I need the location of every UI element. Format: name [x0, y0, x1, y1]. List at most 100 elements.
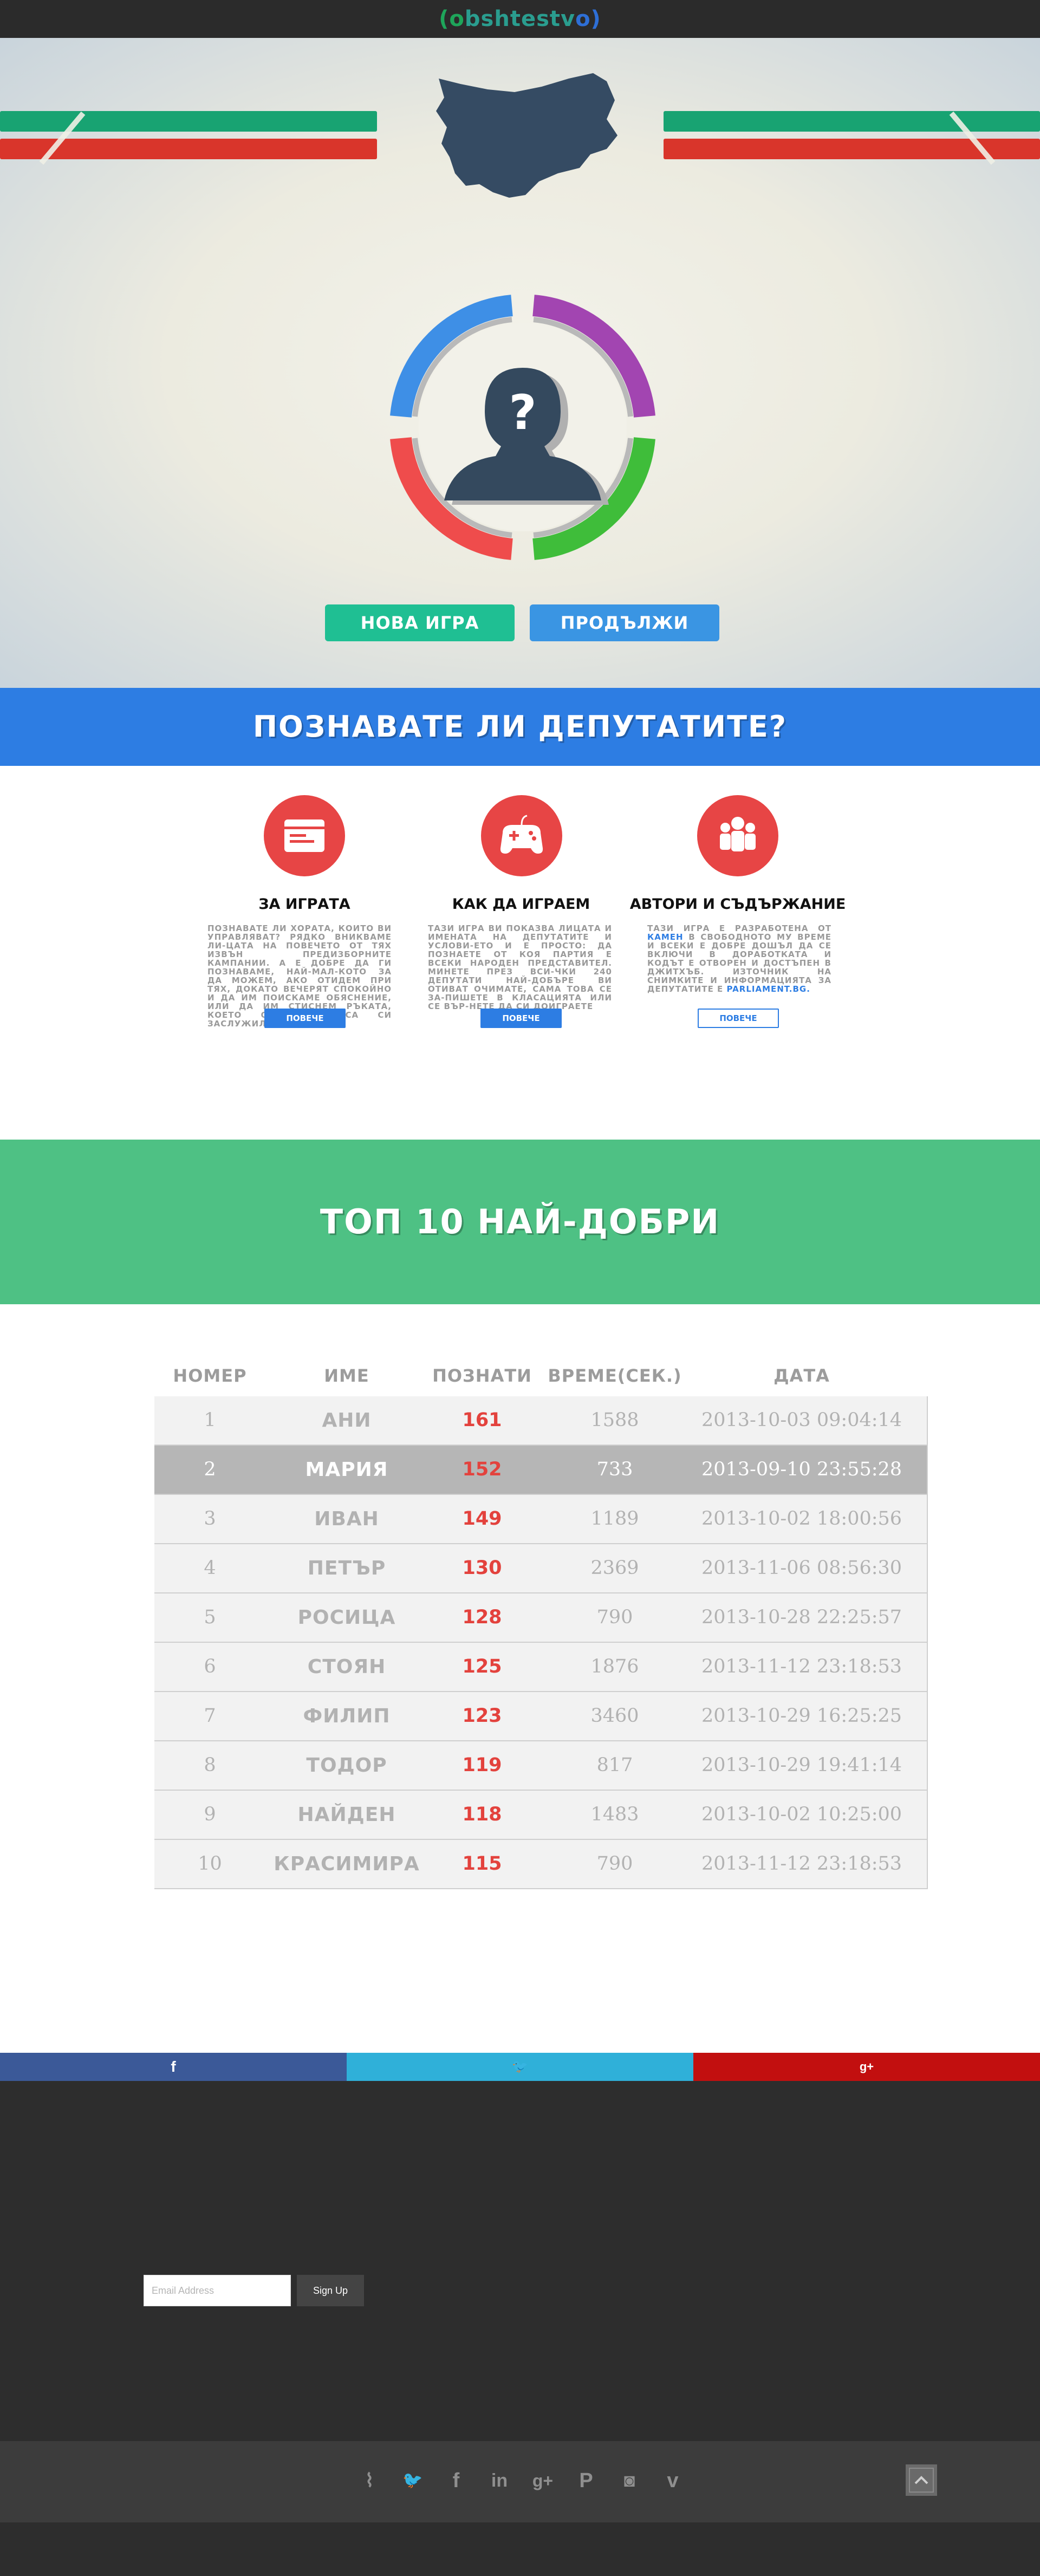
row-time: 817	[596, 1754, 633, 1776]
parliament-link[interactable]: PARLIAMENT.BG.	[727, 984, 810, 994]
logo-left: (o	[439, 6, 465, 31]
table-row: 5 РОСИЦА 128 790 2013-10-28 22:25:57	[154, 1593, 928, 1643]
site-logo[interactable]: (obshtestvo)	[0, 0, 1040, 38]
vimeo-icon[interactable]: v	[659, 2464, 686, 2497]
table-row: 9 НАЙДЕН 118 1483 2013-10-02 10:25:00	[154, 1791, 928, 1840]
email-field[interactable]	[144, 2275, 291, 2306]
table-row: 1 АНИ 161 1588 2013-10-03 09:04:14	[154, 1396, 928, 1446]
col-header-number: НОМЕР	[173, 1365, 247, 1386]
feature-about-more-button[interactable]: ПОВЕЧЕ	[264, 1009, 346, 1028]
googleplus-icon[interactable]: g+	[529, 2464, 556, 2497]
row-date: 2013-10-02 18:00:56	[701, 1508, 902, 1530]
googleplus-icon: g+	[859, 2060, 874, 2073]
pinterest-icon[interactable]: P	[573, 2464, 600, 2497]
row-time: 2369	[590, 1557, 639, 1579]
row-time: 790	[596, 1853, 633, 1875]
table-row-highlighted: 2 МАРИЯ 152 733 2013-09-10 23:55:28	[154, 1446, 928, 1495]
row-time: 1876	[590, 1656, 639, 1677]
chevron-up-icon	[909, 2468, 934, 2493]
row-time: 1588	[590, 1409, 639, 1431]
back-to-top-button[interactable]	[906, 2464, 937, 2496]
twitter-share-button[interactable]: 🐦	[347, 2053, 693, 2081]
new-game-button[interactable]: НОВА ИГРА	[325, 604, 515, 641]
row-name: РОСИЦА	[297, 1606, 396, 1629]
col-header-time: ВРЕМЕ(СЕК.)	[548, 1365, 682, 1386]
feature-authors-icon-circle	[697, 795, 778, 876]
row-number: 5	[204, 1606, 216, 1628]
row-number: 7	[204, 1705, 216, 1727]
facebook-icon[interactable]: f	[443, 2464, 470, 2497]
row-name: ФИЛИП	[303, 1705, 391, 1727]
row-correct: 149	[462, 1508, 502, 1530]
twitter-icon[interactable]: 🐦	[399, 2464, 426, 2497]
leaderboard-table: 1 АНИ 161 1588 2013-10-03 09:04:14 2 МАР…	[154, 1396, 928, 1889]
feature-authors-text: ТАЗИ ИГРА Е РАЗРАБОТЕНА ОТ КАМЕН В СВОБО…	[647, 924, 831, 993]
row-name: НАЙДЕН	[297, 1804, 396, 1826]
table-row: 6 СТОЯН 125 1876 2013-11-12 23:18:53	[154, 1643, 928, 1692]
row-time: 790	[596, 1606, 633, 1628]
svg-text:?: ?	[509, 385, 536, 440]
footer	[0, 2081, 1040, 2441]
feature-authors-title: АВТОРИ И СЪДЪРЖАНИЕ	[629, 896, 846, 913]
table-row: 8 ТОДОР 119 817 2013-10-29 19:41:14	[154, 1741, 928, 1791]
row-correct: 130	[462, 1557, 502, 1579]
row-date: 2013-11-12 23:18:53	[701, 1656, 902, 1677]
feature-howto-text: ТАЗИ ИГРА ВИ ПОКАЗВА ЛИЦАТА И ИМЕНАТА НА…	[428, 923, 612, 1011]
row-number: 1	[204, 1409, 216, 1431]
rss-icon[interactable]: ⌇	[356, 2464, 383, 2497]
party-wheel: ?	[390, 295, 655, 560]
row-number: 10	[198, 1853, 222, 1875]
col-header-name: ИМЕ	[324, 1365, 369, 1386]
row-number: 2	[204, 1459, 216, 1480]
twitter-icon: 🐦	[512, 2059, 528, 2074]
feature-about-icon-circle	[264, 795, 345, 876]
facebook-share-button[interactable]: f	[0, 2053, 347, 2081]
footer-bottom-bar	[0, 2441, 1040, 2522]
table-row: 3 ИВАН 149 1189 2013-10-02 18:00:56	[154, 1495, 928, 1544]
row-correct: 161	[462, 1409, 502, 1431]
bulgaria-map-icon	[436, 73, 618, 198]
gamepad-icon	[500, 815, 543, 854]
row-number: 3	[204, 1508, 216, 1530]
row-number: 9	[204, 1804, 216, 1825]
sign-up-button[interactable]: Sign Up	[297, 2275, 364, 2306]
row-date: 2013-10-28 22:25:57	[701, 1606, 902, 1628]
logo-text: bshtestv	[464, 6, 576, 31]
table-row: 10 КРАСИМИРА 115 790 2013-11-12 23:18:53	[154, 1840, 928, 1889]
row-name: ИВАН	[314, 1508, 379, 1530]
googleplus-share-button[interactable]: g+	[693, 2053, 1040, 2081]
row-name: СТОЯН	[307, 1656, 386, 1678]
page-end-bar	[0, 2522, 1040, 2576]
instagram-icon[interactable]: ◙	[616, 2464, 643, 2497]
row-name: АНИ	[322, 1409, 372, 1432]
row-time: 1189	[590, 1508, 639, 1530]
col-header-date: ДАТА	[774, 1365, 830, 1386]
row-correct: 152	[462, 1459, 502, 1480]
feature-howto-more-button[interactable]: ПОВЕЧЕ	[480, 1009, 562, 1028]
row-time: 3460	[590, 1705, 639, 1727]
people-group-icon	[720, 817, 756, 851]
col-header-correct: ПОЗНАТИ	[432, 1365, 532, 1386]
row-correct: 125	[462, 1656, 502, 1677]
feature-authors-more-button[interactable]: ПОВЕЧЕ	[698, 1009, 779, 1028]
row-date: 2013-10-29 19:41:14	[701, 1754, 902, 1776]
row-number: 8	[204, 1754, 216, 1776]
row-time: 1483	[590, 1804, 639, 1825]
top10-title: ТОП 10 НАЙ-ДОБРИ	[320, 1202, 720, 1241]
row-name: ТОДОР	[306, 1754, 387, 1777]
table-row: 7 ФИЛИП 123 3460 2013-10-29 16:25:25	[154, 1692, 928, 1741]
row-correct: 118	[462, 1804, 502, 1825]
row-date: 2013-11-12 23:18:53	[701, 1853, 902, 1875]
row-name: КРАСИМИРА	[274, 1853, 420, 1875]
linkedin-icon[interactable]: in	[486, 2464, 513, 2497]
row-number: 4	[204, 1557, 216, 1579]
row-number: 6	[204, 1656, 216, 1677]
feature-howto-title: КАК ДА ИГРАЕМ	[452, 896, 590, 913]
row-correct: 115	[462, 1853, 502, 1875]
quiz-title: ПОЗНАВАТЕ ЛИ ДЕПУТАТИТЕ?	[252, 710, 788, 744]
logo-right: o)	[575, 6, 601, 31]
row-date: 2013-10-29 16:25:25	[701, 1705, 902, 1727]
row-time: 733	[596, 1459, 633, 1480]
row-correct: 128	[462, 1606, 502, 1628]
continue-button[interactable]: ПРОДЪЛЖИ	[530, 604, 719, 641]
